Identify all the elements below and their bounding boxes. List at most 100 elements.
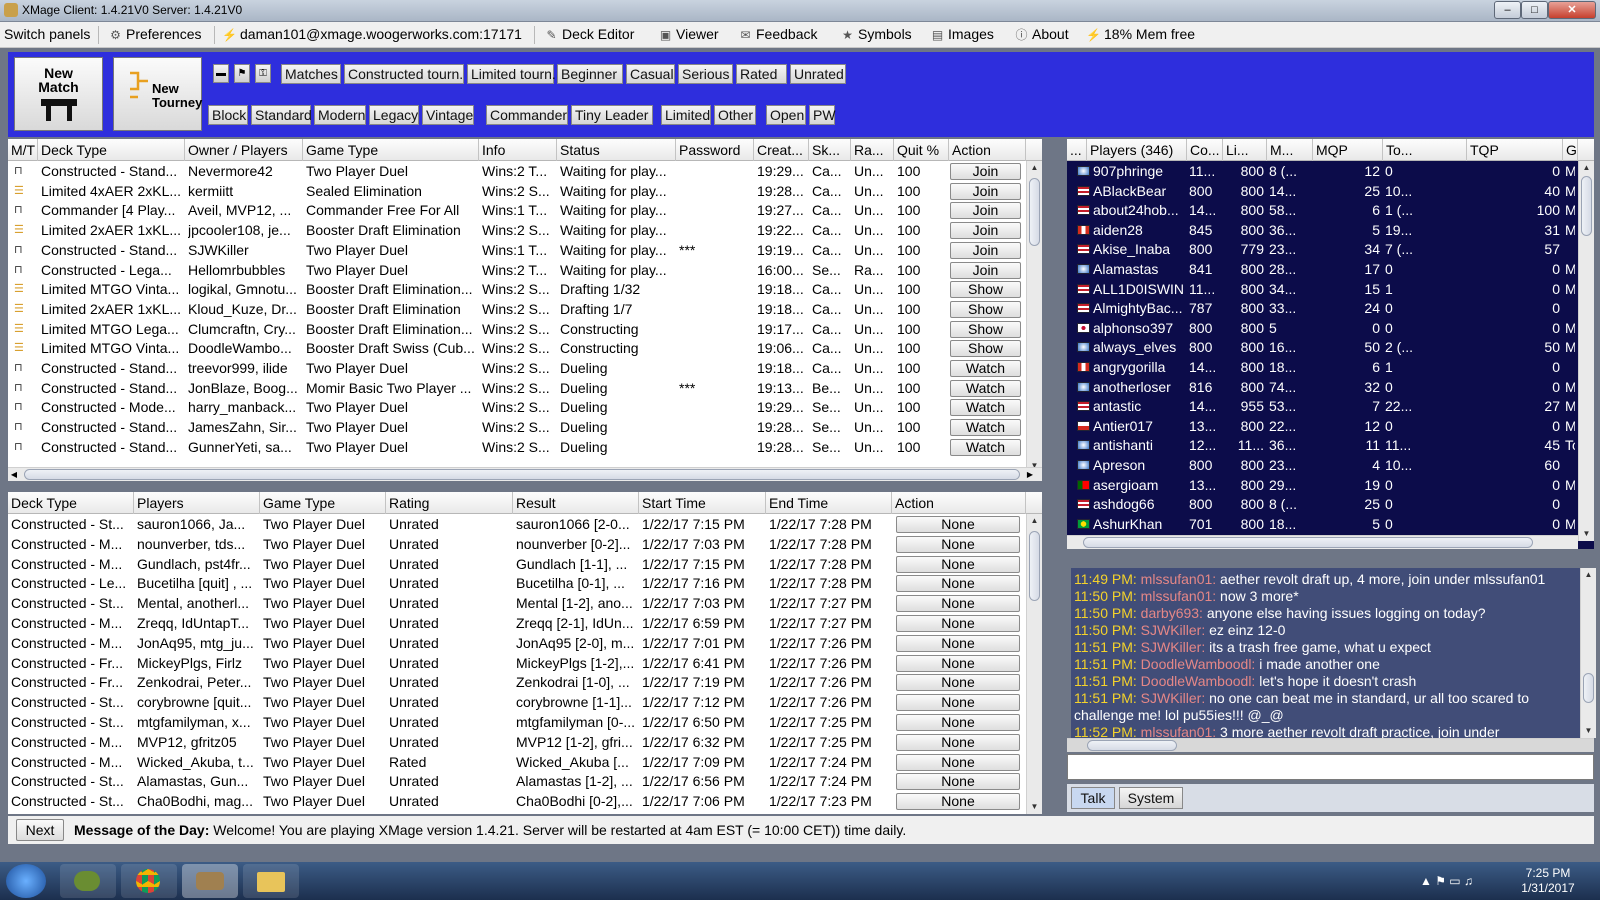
table-action-button[interactable]: Watch	[950, 379, 1021, 397]
player-row[interactable]: about24hob... 14... 800 58... 6 1 (... 100 Matc	[1067, 200, 1578, 220]
finished-action-button[interactable]: None	[896, 535, 1020, 553]
player-row[interactable]: ashdog66 800 800 8 (... 25 0 0	[1067, 494, 1578, 514]
table-action-button[interactable]: Join	[950, 222, 1021, 240]
table-row[interactable]: ⊓ Constructed - Stand... Nevermore42 Two Pl…	[8, 161, 1026, 181]
filter-button[interactable]: Block	[208, 105, 248, 125]
finished-action-button[interactable]: None	[896, 714, 1020, 731]
table-action-button[interactable]: Show	[950, 300, 1021, 318]
chat-input[interactable]	[1067, 754, 1594, 780]
table-row[interactable]: ☰ Limited MTGO Vinta... logikal, Gmnotu...…	[8, 279, 1026, 299]
table-row[interactable]: ⊓ Constructed - Stand... SJWKiller Two Play…	[8, 240, 1026, 260]
table-row[interactable]: ☰ Limited MTGO Lega... Clumcraftn, Cry... B…	[8, 319, 1026, 339]
player-row[interactable]: aiden28 845 800 36... 5 19... 31 Matc	[1067, 220, 1578, 240]
player-row[interactable]: Akise_Inaba 800 779 23... 34 7 (... 57	[1067, 239, 1578, 259]
finished-action-button[interactable]: None	[896, 694, 1020, 712]
finished-row[interactable]: Constructed - M... Wicked_Akuba, t... Two …	[8, 752, 1026, 772]
finished-action-button[interactable]: None	[896, 555, 1020, 573]
preferences-button[interactable]: ⚙ Preferences	[108, 26, 201, 44]
filter-button[interactable]: PW	[809, 105, 836, 125]
filter-button[interactable]: Legacy	[369, 105, 419, 125]
column-header[interactable]: M...	[1267, 139, 1313, 161]
column-header[interactable]: MQP	[1313, 139, 1383, 161]
taskbar-clock[interactable]: 7:25 PM 1/31/2017	[1518, 866, 1578, 896]
symbols-button[interactable]: ★ Symbols	[840, 26, 912, 44]
scrollbar-thumb[interactable]	[1029, 531, 1040, 601]
password-filter-icon[interactable]: ⚿	[255, 64, 271, 83]
memory-indicator[interactable]: ⚡ 18% Mem free	[1086, 26, 1195, 44]
finished-action-button[interactable]: None	[896, 575, 1020, 593]
scroll-down-arrow[interactable]: ▼	[1027, 800, 1042, 814]
finished-action-button[interactable]: None	[896, 793, 1020, 811]
filter-button[interactable]: Matches	[281, 64, 341, 84]
maximize-button[interactable]: □	[1521, 1, 1548, 19]
filter-button[interactable]: Tiny Leader	[571, 105, 653, 125]
player-row[interactable]: Antier017 13... 800 22... 12 0 0 Matc	[1067, 416, 1578, 436]
filter-button[interactable]: Rated	[736, 64, 787, 84]
scroll-up-arrow[interactable]: ▲	[1581, 568, 1596, 582]
chat-username[interactable]: DoodleWamboodl:	[1141, 673, 1256, 689]
finished-row[interactable]: Constructed - M... Zreqq, IdUntapT... Two …	[8, 613, 1026, 633]
chat-username[interactable]: SJWKiller:	[1141, 639, 1206, 655]
player-row[interactable]: Alamastas 841 800 28... 17 0 0 Matc	[1067, 259, 1578, 279]
finished-row[interactable]: Constructed - St... Alamastas, Gun... Two …	[8, 771, 1026, 791]
chat-username[interactable]: mlssufan01:	[1141, 588, 1216, 604]
tray-icons[interactable]: ▲ ⚑ ▭ ♫	[1420, 874, 1473, 888]
finished-row[interactable]: Constructed - M... MVP12, gfritz05 Two Pla…	[8, 732, 1026, 752]
match-type-filter-icon[interactable]: ▬	[213, 64, 229, 83]
table-row[interactable]: ⊓ Constructed - Mode... harry_manback... Tw…	[8, 397, 1026, 417]
finished-row[interactable]: Constructed - St... Mental, anotherl... Tw…	[8, 593, 1026, 613]
table-action-button[interactable]: Join	[950, 182, 1021, 200]
player-row[interactable]: alphonso3978008005000Matc	[1067, 318, 1578, 338]
player-row[interactable]: AlmightyBac... 787 800 33... 24 0 0	[1067, 298, 1578, 318]
column-header[interactable]: Sk...	[809, 139, 851, 161]
column-header[interactable]: Start Time	[639, 492, 766, 514]
finished-action-button[interactable]: None	[896, 516, 1020, 533]
taskbar-app-mage-launcher[interactable]	[60, 864, 116, 898]
scrollbar-thumb[interactable]	[24, 469, 1020, 480]
column-header[interactable]: Co...	[1187, 139, 1223, 161]
finished-row[interactable]: Constructed - M... Gundlach, pst4fr... Two…	[8, 554, 1026, 574]
table-action-button[interactable]: Watch	[950, 399, 1021, 417]
finished-action-button[interactable]: None	[896, 654, 1020, 672]
column-header[interactable]: To...	[1383, 139, 1467, 161]
finished-action-button[interactable]: None	[896, 595, 1020, 613]
filter-button[interactable]: Limited	[661, 105, 711, 125]
table-row[interactable]: ☰ Limited 2xAER 1xKL... Kloud_Kuze, Dr... B…	[8, 299, 1026, 319]
column-header[interactable]: End Time	[766, 492, 892, 514]
filter-button[interactable]: Standard	[251, 105, 312, 125]
player-row[interactable]: Apreson 800 800 23... 4 10... 60	[1067, 455, 1578, 475]
player-row[interactable]: anotherloser 816 800 74... 32 0 0 Matc	[1067, 377, 1578, 397]
finished-row[interactable]: Constructed - M... JonAq95, mtg_ju... Two …	[8, 633, 1026, 653]
column-header[interactable]: Result	[513, 492, 639, 514]
table-action-button[interactable]: Show	[950, 340, 1021, 358]
tables-horizontal-scrollbar[interactable]: ◀ ▶	[8, 467, 1042, 481]
column-header[interactable]: Game Type	[303, 139, 479, 161]
new-match-button[interactable]: New Match	[14, 57, 103, 131]
finished-row[interactable]: Constructed - M... nounverber, tds... Two …	[8, 534, 1026, 554]
player-row[interactable]: angrygorilla 14... 800 18... 6 1 0	[1067, 357, 1578, 377]
viewer-button[interactable]: ▣ Viewer	[658, 26, 719, 44]
table-action-button[interactable]: Join	[950, 163, 1021, 180]
player-row[interactable]: ALL1D0ISWIN 11... 800 34... 15 1 0 Matc	[1067, 279, 1578, 299]
players-horizontal-scrollbar[interactable]	[1067, 535, 1578, 549]
finished-row[interactable]: Constructed - Le... Bucetilha [quit] , ..…	[8, 573, 1026, 593]
filter-button[interactable]: Commander	[486, 105, 568, 125]
column-header[interactable]: Game Type	[260, 492, 386, 514]
chat-username[interactable]: mlssufan01:	[1141, 724, 1216, 738]
table-action-button[interactable]: Join	[950, 241, 1021, 259]
chat-vertical-scrollbar[interactable]: ▲ ▼	[1580, 568, 1596, 738]
taskbar-app-xmage[interactable]	[182, 864, 238, 898]
connect-button[interactable]: ⚡ daman101@xmage.woogerworks.com:17171	[222, 26, 522, 44]
column-header[interactable]: Action	[892, 492, 1026, 514]
column-header[interactable]: Li...	[1223, 139, 1267, 161]
finished-action-button[interactable]: None	[896, 634, 1020, 652]
filter-button[interactable]: Beginner	[557, 64, 623, 84]
close-button[interactable]: ✕	[1548, 1, 1596, 19]
table-row[interactable]: ☰ Limited 2xAER 1xKL... jpcooler108, je...…	[8, 220, 1026, 240]
table-row[interactable]: ⊓ Constructed - Stand... GunnerYeti, sa...…	[8, 437, 1026, 457]
column-header[interactable]: Deck Type	[38, 139, 185, 161]
chat-horizontal-scrollbar[interactable]	[1067, 738, 1594, 752]
table-action-button[interactable]: Watch	[950, 438, 1021, 456]
finished-row[interactable]: Constructed - St... Cha0Bodhi, mag... Two …	[8, 791, 1026, 811]
column-header[interactable]: Gam	[1563, 139, 1578, 161]
